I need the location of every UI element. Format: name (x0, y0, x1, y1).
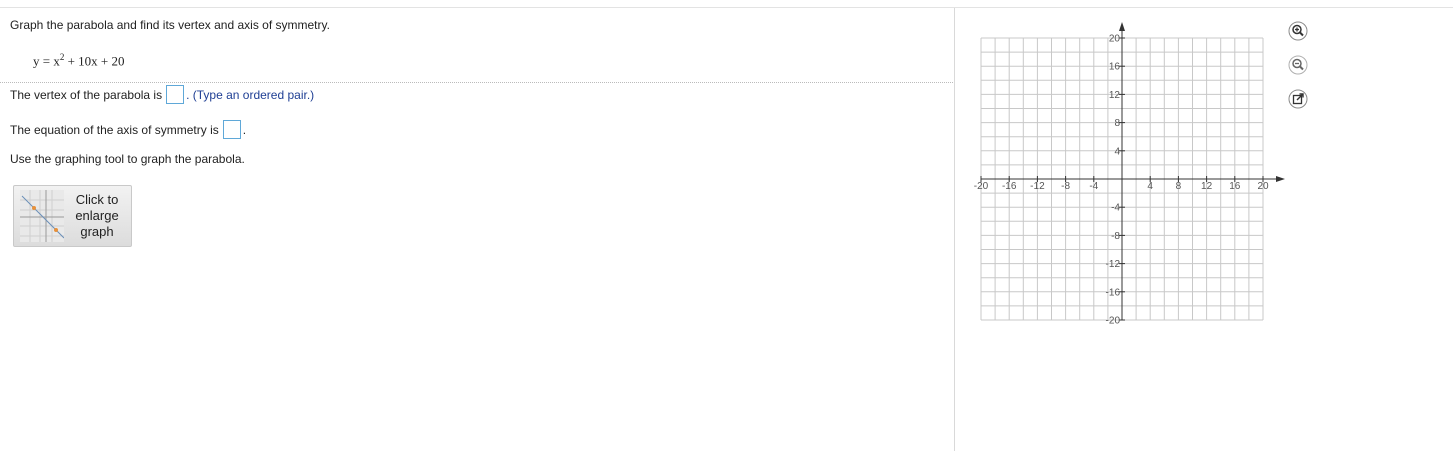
y-tick-label: -16 (1106, 287, 1121, 298)
axis-label: The equation of the axis of symmetry is (10, 123, 219, 137)
enlarge-graph-label: Click to enlarge graph (66, 192, 128, 240)
y-tick-label: 12 (1109, 90, 1121, 101)
equation: y = x2 + 10x + 20 (33, 52, 125, 69)
enlarge-line-3: graph (80, 224, 114, 239)
x-tick-label: -20 (974, 181, 989, 192)
question-panel: Graph the parabola and find its vertex a… (0, 8, 953, 451)
y-tick-label: 8 (1114, 118, 1120, 129)
vertex-row: The vertex of the parabola is . (Type an … (10, 85, 314, 104)
graph-thumbnail-icon (20, 190, 64, 242)
popout-icon (1288, 89, 1308, 109)
enlarge-graph-button[interactable]: Click to enlarge graph (13, 185, 132, 247)
x-tick-label: -12 (1030, 181, 1045, 192)
divider (0, 82, 953, 83)
vertex-label: The vertex of the parabola is (10, 88, 163, 102)
zoom-in-button[interactable] (1288, 21, 1308, 41)
axis-row: The equation of the axis of symmetry is. (10, 120, 246, 139)
instruction: Use the graphing tool to graph the parab… (10, 152, 245, 166)
x-tick-label: 8 (1176, 181, 1182, 192)
coordinate-grid[interactable]: -20 -16 -12 -8 -4 4 8 12 16 20 20 16 12 8 4 -4 -8 -12 -16… (960, 12, 1290, 332)
zoom-in-icon (1288, 21, 1308, 41)
y-tick-label: -12 (1106, 259, 1121, 270)
x-tick-label: 12 (1201, 181, 1213, 192)
question-prompt: Graph the parabola and find its vertex a… (10, 18, 330, 32)
x-tick-label: 20 (1257, 181, 1269, 192)
vertex-hint: . (Type an ordered pair.) (186, 88, 315, 102)
enlarge-line-1: Click to (75, 192, 119, 207)
zoom-out-button[interactable] (1288, 55, 1308, 75)
y-tick-label: 16 (1109, 62, 1121, 73)
axis-end: . (242, 123, 247, 137)
enlarge-line-2: enlarge (75, 208, 119, 223)
panel-divider (954, 8, 955, 451)
x-tick-label: -8 (1061, 181, 1070, 192)
y-tick-label: -8 (1111, 231, 1120, 242)
equation-rhs: + 10x + 20 (64, 53, 125, 69)
equation-lhs: y = x (33, 53, 60, 69)
x-tick-label: 16 (1229, 181, 1241, 192)
y-tick-label: 20 (1109, 34, 1121, 45)
x-tick-label: -4 (1089, 181, 1098, 192)
popout-button[interactable] (1288, 89, 1308, 109)
x-tick-labels: -20 -16 -12 -8 -4 4 8 12 16 20 (974, 176, 1269, 192)
y-tick-label: -20 (1106, 316, 1121, 327)
x-axis-arrow (1276, 176, 1285, 182)
y-axis-arrow (1119, 22, 1125, 31)
x-tick-label: 4 (1147, 181, 1153, 192)
zoom-out-icon (1288, 55, 1308, 75)
axis-input[interactable] (222, 120, 241, 139)
y-tick-label: -4 (1111, 203, 1120, 214)
x-tick-label: -16 (1002, 181, 1017, 192)
vertex-input[interactable] (166, 85, 185, 104)
y-tick-label: 4 (1114, 146, 1120, 157)
